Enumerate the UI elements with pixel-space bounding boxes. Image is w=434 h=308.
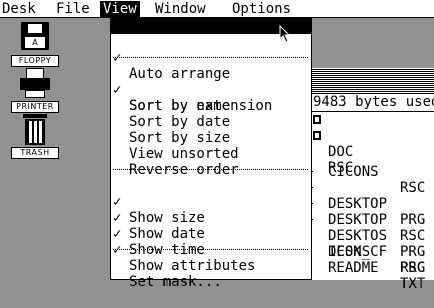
desktop-icon-printer[interactable]: PRINTER	[10, 66, 60, 113]
menu-item-sort-by-extension[interactable]: Sort by extension	[111, 82, 311, 114]
menu-bar: Desk File View Window Options	[0, 0, 434, 18]
menu-item-view-unsorted[interactable]: View unsorted	[111, 130, 311, 162]
file-row[interactable]: ICONS RSC	[301, 228, 434, 276]
file-row[interactable]: DESKTOP PRG	[301, 164, 434, 228]
desktop-icon-trash[interactable]: TRASH	[10, 112, 60, 159]
menu-file[interactable]: File	[56, 1, 90, 17]
file-row-folder[interactable]: RSC	[301, 128, 434, 176]
menu-desk[interactable]: Desk	[2, 1, 36, 17]
menu-separator	[113, 249, 309, 250]
desktop-icon-floppy[interactable]: A FLOPPY	[10, 20, 60, 67]
file-row[interactable]: DESK_CF PRG	[301, 212, 434, 276]
printer-icon	[18, 66, 52, 100]
window-info-line: 9483 bytes used	[301, 93, 434, 112]
menu-separator	[113, 57, 309, 58]
file-row[interactable]: DESKTOS PRG	[301, 196, 434, 260]
menu-item-reverse-order[interactable]: Reverse order	[111, 146, 311, 178]
menu-item-show-size[interactable]: ✓ Show size	[111, 178, 311, 226]
folder-icon	[313, 115, 321, 124]
trash-can-icon	[18, 112, 52, 146]
file-row[interactable]: CICONS RSC	[301, 148, 434, 196]
view-menu-dropdown: Show as icons ✓ Auto arrange ✓ Sort by n…	[110, 18, 312, 290]
file-row[interactable]: README TXT	[301, 244, 434, 292]
desktop-icon-label: TRASH	[11, 147, 59, 159]
menu-separator	[113, 169, 309, 170]
menu-item-sort-by-name[interactable]: ✓ Sort by name	[111, 66, 311, 114]
window-title-bar[interactable]	[301, 68, 434, 92]
mouse-pointer-icon	[279, 25, 291, 43]
menu-item-set-mask[interactable]: Set mask...	[111, 258, 311, 290]
folder-icon	[313, 131, 321, 140]
menu-options[interactable]: Options	[232, 1, 291, 17]
menu-item-sort-by-date[interactable]: Sort by date	[111, 98, 311, 130]
menu-item-show-attributes[interactable]: ✓ Show attributes	[111, 226, 311, 274]
checkmark-icon: ✓	[113, 242, 122, 258]
menu-item-sort-by-size[interactable]: Sort by size	[111, 114, 311, 146]
directory-window[interactable]: 9483 bytes used DOC RSC CICONS RSC DESKT…	[300, 68, 434, 292]
floppy-drive-letter: A	[25, 37, 45, 48]
floppy-disk-icon: A	[18, 20, 52, 54]
bytes-used-text: 9483 bytes used	[313, 94, 434, 110]
menu-item-show-date[interactable]: ✓ Show date	[111, 194, 311, 242]
checkmark-icon: ✓	[113, 50, 122, 66]
file-row[interactable]: DESKTOP RSC	[301, 180, 434, 244]
file-row-folder[interactable]: DOC	[301, 112, 434, 160]
menu-view[interactable]: View	[100, 1, 140, 17]
menu-window[interactable]: Window	[155, 1, 206, 17]
menu-item-show-time[interactable]: ✓ Show time	[111, 210, 311, 258]
